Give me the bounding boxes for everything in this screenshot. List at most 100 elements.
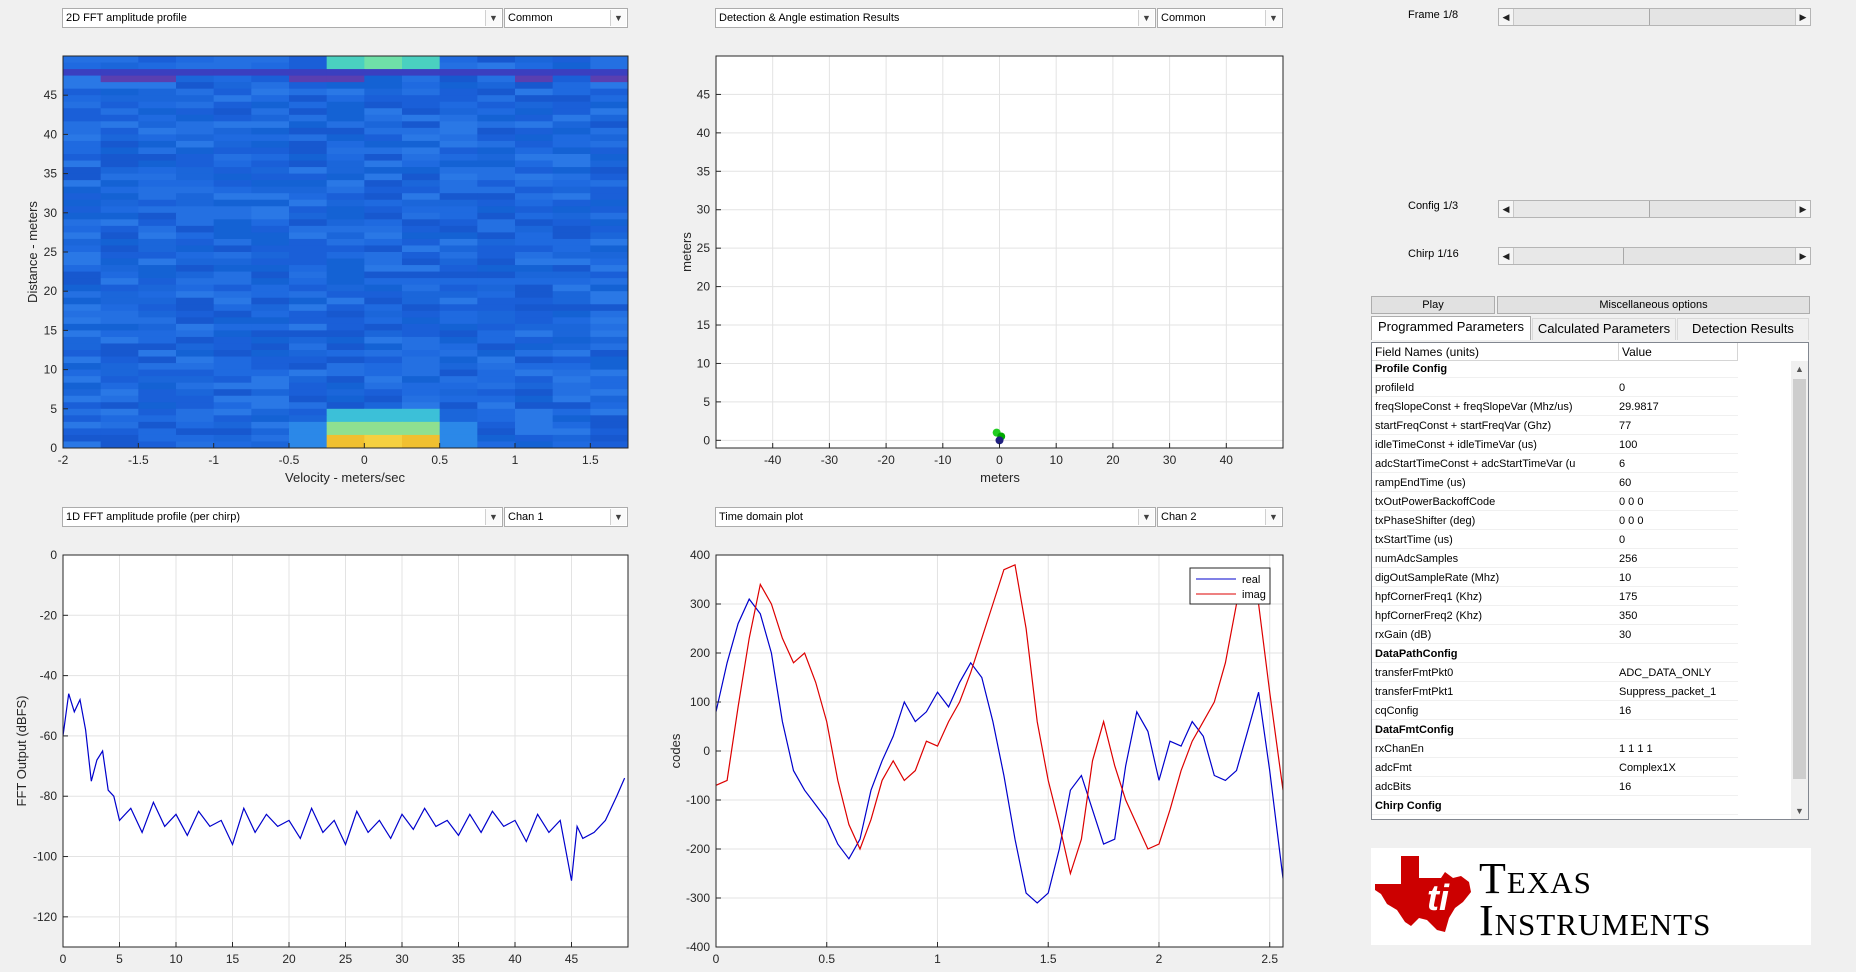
heatmap-cell (213, 421, 252, 429)
col-header-field-names[interactable]: Field Names (units) (1372, 343, 1619, 361)
heatmap-cell (552, 434, 591, 442)
slider-left-arrow-icon[interactable]: ◀ (1499, 248, 1514, 264)
heatmap-cell (213, 356, 252, 364)
misc-options-button[interactable]: Miscellaneous options (1497, 296, 1810, 314)
heatmap-cell (100, 434, 139, 442)
chirp-slider-thumb[interactable] (1623, 248, 1798, 264)
table-row[interactable]: adcFmt Complex1X (1372, 760, 1738, 777)
heatmap-cell (402, 219, 441, 227)
heatmap-cell (213, 382, 252, 390)
table-row[interactable]: cqConfig 16 (1372, 703, 1738, 720)
heatmap-cell (515, 69, 554, 77)
heatmap-cell (477, 434, 516, 442)
heatmap-cell (138, 356, 177, 364)
table-row[interactable]: adcStartTimeConst + adcStartTimeVar (us)… (1372, 456, 1738, 473)
heatmap-cell (364, 186, 403, 194)
chirp-slider[interactable]: ◀ ▶ (1498, 247, 1811, 265)
table-section-row[interactable]: DataFmtConfig (1372, 722, 1738, 739)
heatmap-cell (552, 343, 591, 351)
heatmap-cell (402, 245, 441, 253)
heatmap-cell (439, 310, 478, 318)
heatmap-cell (326, 206, 365, 214)
table-row[interactable]: txOutPowerBackoffCode 0 0 0 (1372, 494, 1738, 511)
table-row[interactable]: transferFmtPkt1 Suppress_packet_1 (1372, 684, 1738, 701)
detection-xtick-label: 40 (1220, 453, 1234, 467)
heatmap-cell (552, 265, 591, 273)
heatmap-cell (251, 291, 290, 299)
tab-programmed-parameters[interactable]: Programmed Parameters (1371, 316, 1531, 340)
scroll-down-icon[interactable]: ▼ (1791, 803, 1808, 819)
col-header-value[interactable]: Value (1619, 343, 1738, 361)
table-row[interactable]: rampEndTime (us) 60 (1372, 475, 1738, 492)
heatmap-cell (138, 252, 177, 260)
heatmap-cell (515, 336, 554, 344)
heatmap-plot[interactable]: -2 -1.5 -1 -0.5 0 0.5 1 1.5 0 5 10 15 20 25 30 35 40 45 V… (25, 55, 629, 485)
table-row[interactable]: hpfCornerFreq1 (Khz) 175 (1372, 589, 1738, 606)
heatmap-cell (402, 140, 441, 148)
table-row[interactable]: txStartTime (us) 0 (1372, 532, 1738, 549)
fft-ytick-label: -80 (40, 789, 58, 803)
value-cell: 0 0 0 (1619, 496, 1644, 508)
time-ytick-label: 400 (690, 548, 710, 562)
heatmap-cell (289, 265, 328, 273)
heatmap-cell (251, 219, 290, 227)
scroll-up-icon[interactable]: ▲ (1791, 361, 1808, 377)
table-row[interactable]: adcBits 16 (1372, 779, 1738, 796)
slider-left-arrow-icon[interactable]: ◀ (1499, 201, 1514, 217)
table-row[interactable]: numAdcSamples 256 (1372, 551, 1738, 568)
config-slider-thumb[interactable] (1648, 201, 1798, 217)
heatmap-cell (289, 271, 328, 279)
heatmap-cell (251, 88, 290, 96)
heatmap-cell (100, 69, 139, 77)
config-slider[interactable]: ◀ ▶ (1498, 200, 1811, 218)
fft-1d-plot[interactable]: 0 5 10 15 20 25 30 35 40 450-20-40-60-80-100-120 … (14, 548, 629, 966)
parameters-table[interactable]: Field Names (units) Value Profile Config… (1371, 342, 1809, 820)
heatmap-cell (326, 265, 365, 273)
heatmap-cell (176, 376, 215, 384)
table-row[interactable]: freqSlopeConst + freqSlopeVar (Mhz/us) 29… (1372, 399, 1738, 416)
heatmap-cell (63, 356, 102, 364)
heatmap-cell (439, 382, 478, 390)
frame-slider-thumb[interactable] (1648, 9, 1798, 25)
heatmap-cell (364, 199, 403, 207)
table-row[interactable]: transferFmtPkt0 ADC_DATA_ONLY (1372, 665, 1738, 682)
slider-right-arrow-icon[interactable]: ▶ (1795, 201, 1810, 217)
table-row[interactable]: rxGain (dB) 30 (1372, 627, 1738, 644)
heatmap-cell (138, 382, 177, 390)
table-row[interactable]: idleTimeConst + idleTimeVar (us) 100 (1372, 437, 1738, 454)
heatmap-cell (364, 62, 403, 70)
heatmap-cell (552, 258, 591, 266)
time-domain-plot[interactable]: 0 0.5 1 1.5 2 2.5 400 300 200 100 0 -100 -200 -300 -40… (668, 548, 1284, 966)
heatmap-cell (100, 441, 139, 448)
tab-calculated-parameters[interactable]: Calculated Parameters (1532, 318, 1676, 340)
table-row[interactable]: startFreqConst + startFreqVar (Ghz) 77 (1372, 418, 1738, 435)
detection-ytick-label: 5 (703, 395, 710, 409)
slider-left-arrow-icon[interactable]: ◀ (1499, 9, 1514, 25)
table-section-row[interactable]: Profile Config (1372, 361, 1738, 378)
heatmap-cell (251, 127, 290, 135)
table-row[interactable]: rxChanEn 1 1 1 1 (1372, 741, 1738, 758)
heatmap-cell (590, 402, 628, 410)
heatmap-cell (402, 62, 441, 70)
table-row[interactable]: profileId 0 (1372, 380, 1738, 397)
table-section-row[interactable]: Chirp Config (1372, 798, 1738, 815)
scroll-thumb[interactable] (1793, 379, 1806, 779)
heatmap-cell (364, 232, 403, 240)
slider-right-arrow-icon[interactable]: ▶ (1795, 9, 1810, 25)
slider-right-arrow-icon[interactable]: ▶ (1795, 248, 1810, 264)
table-section-row[interactable]: DataPathConfig (1372, 646, 1738, 663)
heatmap-cell (402, 382, 441, 390)
heatmap-cell (515, 363, 554, 371)
tab-detection-results[interactable]: Detection Results (1677, 318, 1809, 340)
heatmap-cell (364, 95, 403, 103)
play-button[interactable]: Play (1371, 296, 1495, 314)
table-row[interactable]: txPhaseShifter (deg) 0 0 0 (1372, 513, 1738, 530)
detection-plot[interactable]: -40 -30 -20 -10 0 10 20 30 40051015202530354045 … (679, 55, 1284, 485)
heatmap-cell (477, 147, 516, 155)
table-row[interactable]: digOutSampleRate (Mhz) 10 (1372, 570, 1738, 587)
heatmap-cell (515, 271, 554, 279)
frame-slider[interactable]: ◀ ▶ (1498, 8, 1811, 26)
table-scrollbar[interactable]: ▲ ▼ (1791, 361, 1808, 819)
table-row[interactable]: hpfCornerFreq2 (Khz) 350 (1372, 608, 1738, 625)
heatmap-cell (100, 323, 139, 331)
